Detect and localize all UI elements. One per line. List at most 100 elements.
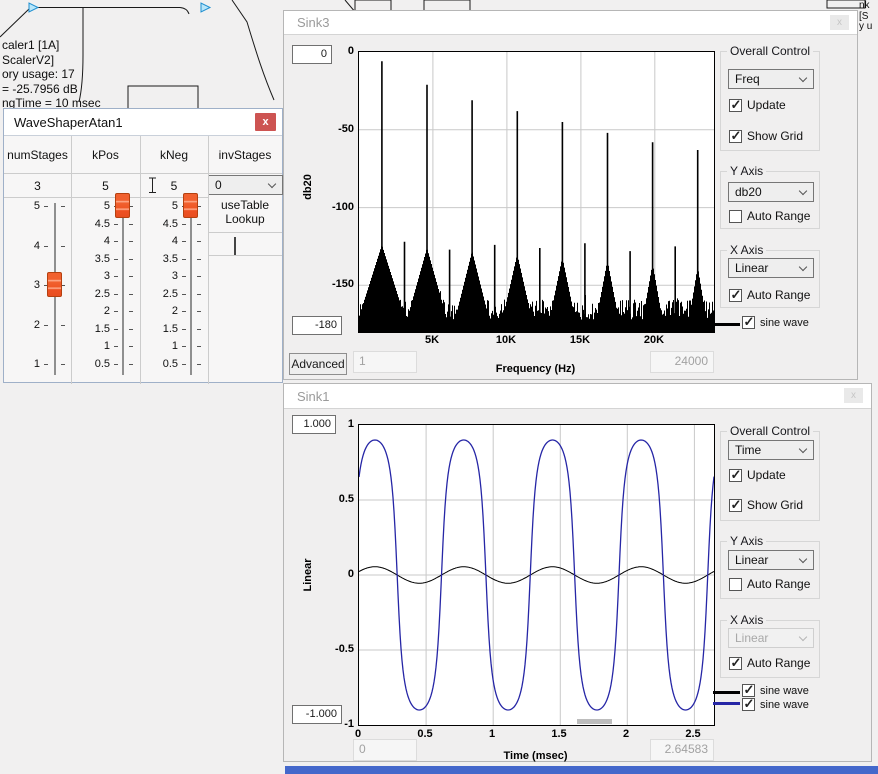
time-plot[interactable] xyxy=(358,424,715,726)
tick-mark xyxy=(197,276,201,277)
slider-tick-label: 3 xyxy=(8,279,40,291)
x-max-field[interactable]: 2.64583 xyxy=(650,739,714,761)
show-grid-checkbox[interactable]: ✓ Show Grid xyxy=(729,129,803,143)
overall-control-dropdown[interactable]: Time xyxy=(728,440,814,460)
slider-handle[interactable] xyxy=(183,193,198,218)
overall-control-dropdown[interactable]: Freq xyxy=(728,69,814,89)
slider-tick-label: 4 xyxy=(8,240,40,252)
slider-tick-label: 1 xyxy=(78,340,110,352)
tick-mark xyxy=(114,346,118,347)
dropdown-value: db20 xyxy=(735,185,762,199)
y-tick-label: 0 xyxy=(310,45,354,57)
x-auto-range-checkbox[interactable]: ✓ Auto Range xyxy=(729,656,810,670)
slider-handle[interactable] xyxy=(47,272,62,297)
slider-tick-label: 4 xyxy=(78,235,110,247)
legend-line xyxy=(713,323,740,326)
y-axis-dropdown[interactable]: db20 xyxy=(728,182,814,202)
y-min-field[interactable]: -180 xyxy=(292,316,342,335)
legend-checkbox[interactable]: ✓ sine wave xyxy=(742,316,809,329)
sink3-titlebar[interactable]: Sink3 xyxy=(284,11,857,35)
slider-track[interactable] xyxy=(122,203,124,375)
slider-track[interactable] xyxy=(190,203,192,375)
tick-mark xyxy=(182,259,186,260)
x-auto-range-checkbox[interactable]: ✓ Auto Range xyxy=(729,288,810,302)
tick-mark xyxy=(197,294,201,295)
x-axis-group: X Axis Linear ✓ Auto Range xyxy=(720,250,820,308)
checkbox-label: Update xyxy=(747,98,786,112)
tick-mark xyxy=(182,276,186,277)
y-tick-label: -0.5 xyxy=(310,643,354,655)
slider-tick-label: 1 xyxy=(146,340,178,352)
checkbox-label: Auto Range xyxy=(747,577,810,591)
y-auto-range-checkbox[interactable]: ✓ Auto Range xyxy=(729,577,810,591)
tick-mark xyxy=(44,325,48,326)
close-button[interactable]: x xyxy=(255,113,276,131)
show-grid-checkbox[interactable]: ✓ Show Grid xyxy=(729,498,803,512)
x-tick-label: 1 xyxy=(472,728,512,740)
y-tick-label: 0.5 xyxy=(310,493,354,505)
checkbox-label: Update xyxy=(747,468,786,482)
update-checkbox[interactable]: ✓ Update xyxy=(729,468,786,482)
numstages-value[interactable]: 3 xyxy=(4,174,71,198)
tick-mark xyxy=(182,329,186,330)
x-axis-dropdown[interactable]: Linear xyxy=(728,258,814,278)
window-title: Sink1 xyxy=(297,389,330,404)
x-tick-label: 2 xyxy=(606,728,646,740)
sink1-titlebar[interactable]: Sink1 xyxy=(284,384,871,409)
legend-checkbox[interactable]: ✓ sine wave xyxy=(742,698,809,711)
chevron-down-icon xyxy=(799,186,807,194)
wire-arrow-icon xyxy=(201,3,210,12)
wire-arrow-icon xyxy=(29,3,38,12)
window-title: Sink3 xyxy=(297,15,330,30)
invstages-dropdown[interactable]: 0 xyxy=(208,175,283,195)
y-axis-dropdown[interactable]: Linear xyxy=(728,550,814,570)
tick-mark xyxy=(114,311,118,312)
y-tick-label: -100 xyxy=(310,201,354,213)
x-tick-label: 2.5 xyxy=(673,728,713,740)
slider-tick-label: 5 xyxy=(8,200,40,212)
advanced-button[interactable]: Advanced xyxy=(289,353,347,375)
group-title: X Axis xyxy=(727,613,766,627)
tick-mark xyxy=(44,246,48,247)
group-title: Overall Control xyxy=(727,44,813,58)
checkbox-label: Show Grid xyxy=(747,129,803,143)
tick-mark xyxy=(61,246,65,247)
tick-mark xyxy=(44,364,48,365)
slider-tick-label: 0.5 xyxy=(146,358,178,370)
update-checkbox[interactable]: ✓ Update xyxy=(729,98,786,112)
slider-tick-label: 5 xyxy=(78,200,110,212)
tick-mark xyxy=(114,294,118,295)
tick-mark xyxy=(129,224,133,225)
slider-tick-label: 2 xyxy=(8,319,40,331)
dialog-titlebar[interactable]: WaveShaperAtan1 xyxy=(4,109,282,136)
tick-mark xyxy=(197,241,201,242)
close-icon[interactable]: x xyxy=(844,388,863,403)
tick-mark xyxy=(197,224,201,225)
x-tick-label: 20K xyxy=(634,334,674,346)
checkbox-label: Auto Range xyxy=(747,656,810,670)
slider-handle[interactable] xyxy=(115,193,130,218)
time-chart xyxy=(359,425,714,725)
slider-tick-label: 1 xyxy=(8,358,40,370)
tick-mark xyxy=(114,241,118,242)
text-cursor-icon xyxy=(148,177,157,194)
usetable-checkbox[interactable]: ✓ xyxy=(234,237,236,256)
legend-line xyxy=(713,702,740,705)
chevron-down-icon xyxy=(799,632,807,640)
tick-mark xyxy=(129,294,133,295)
y-auto-range-checkbox[interactable]: ✓ Auto Range xyxy=(729,209,810,223)
close-icon[interactable]: x xyxy=(830,15,849,30)
x-max-field[interactable]: 24000 xyxy=(650,351,714,373)
slider-tick-label: 3.5 xyxy=(78,253,110,265)
column-header: kNeg xyxy=(140,136,208,174)
tick-mark xyxy=(129,259,133,260)
tick-mark xyxy=(129,241,133,242)
dropdown-value: Linear xyxy=(735,553,768,567)
tick-mark xyxy=(182,346,186,347)
scrollbar-thumb[interactable] xyxy=(577,719,612,724)
tick-mark xyxy=(129,329,133,330)
x-axis-group: X Axis Linear ✓ Auto Range xyxy=(720,620,820,678)
spectrum-plot[interactable] xyxy=(358,51,715,333)
sink1-window: Sink1 x 1.000 Linear -1.000 0 Time (msec… xyxy=(283,383,872,762)
tick-mark xyxy=(61,364,65,365)
